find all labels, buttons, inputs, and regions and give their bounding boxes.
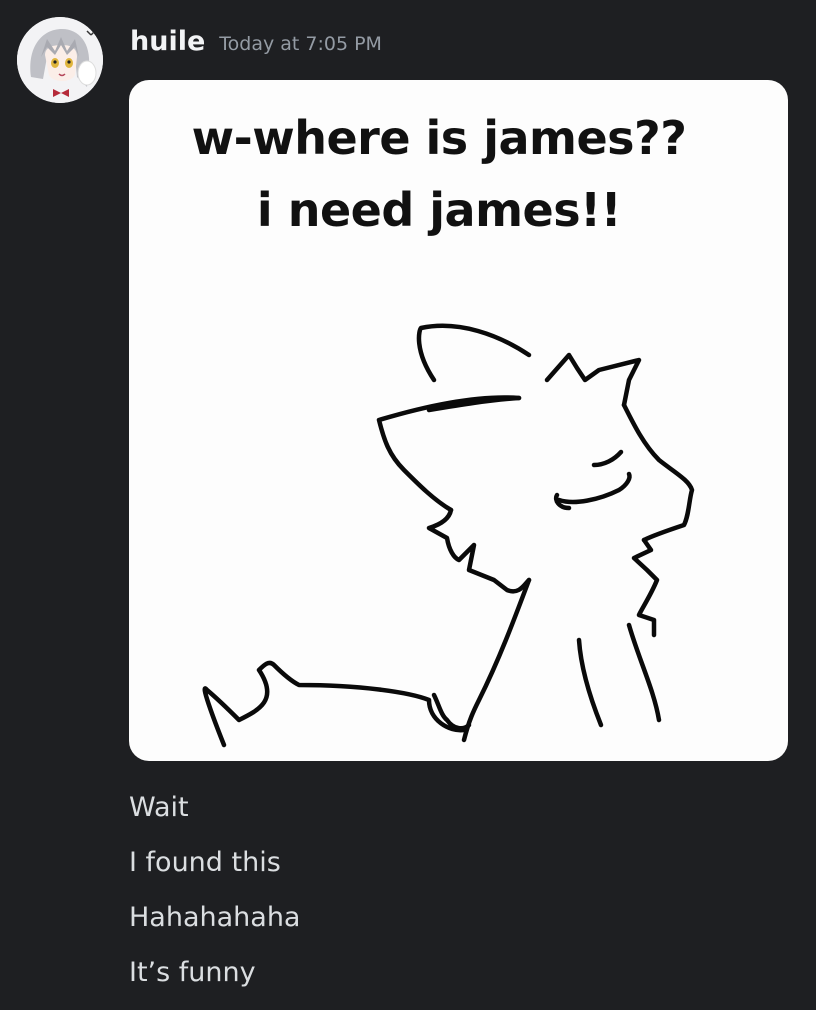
- image-attachment[interactable]: w-where is james?? i need james!!: [129, 80, 788, 761]
- message-lines: Wait I found this Hahahahaha It’s funny: [129, 780, 300, 1000]
- message-header: huile Today at 7:05 PM: [130, 26, 382, 57]
- message-line: It’s funny: [129, 957, 256, 988]
- message-line: Hahahahaha: [129, 902, 301, 933]
- user-avatar[interactable]: [17, 17, 103, 103]
- cat-sketch-drawing-icon: [202, 323, 695, 748]
- username[interactable]: huile: [130, 26, 205, 57]
- timestamp[interactable]: Today at 7:05 PM: [219, 33, 382, 55]
- chat-message: huile Today at 7:05 PM w-where is james?…: [0, 0, 816, 1010]
- message-line: I found this: [129, 847, 281, 878]
- message-line: Wait: [129, 792, 189, 823]
- anime-girl-avatar-icon: [17, 17, 103, 103]
